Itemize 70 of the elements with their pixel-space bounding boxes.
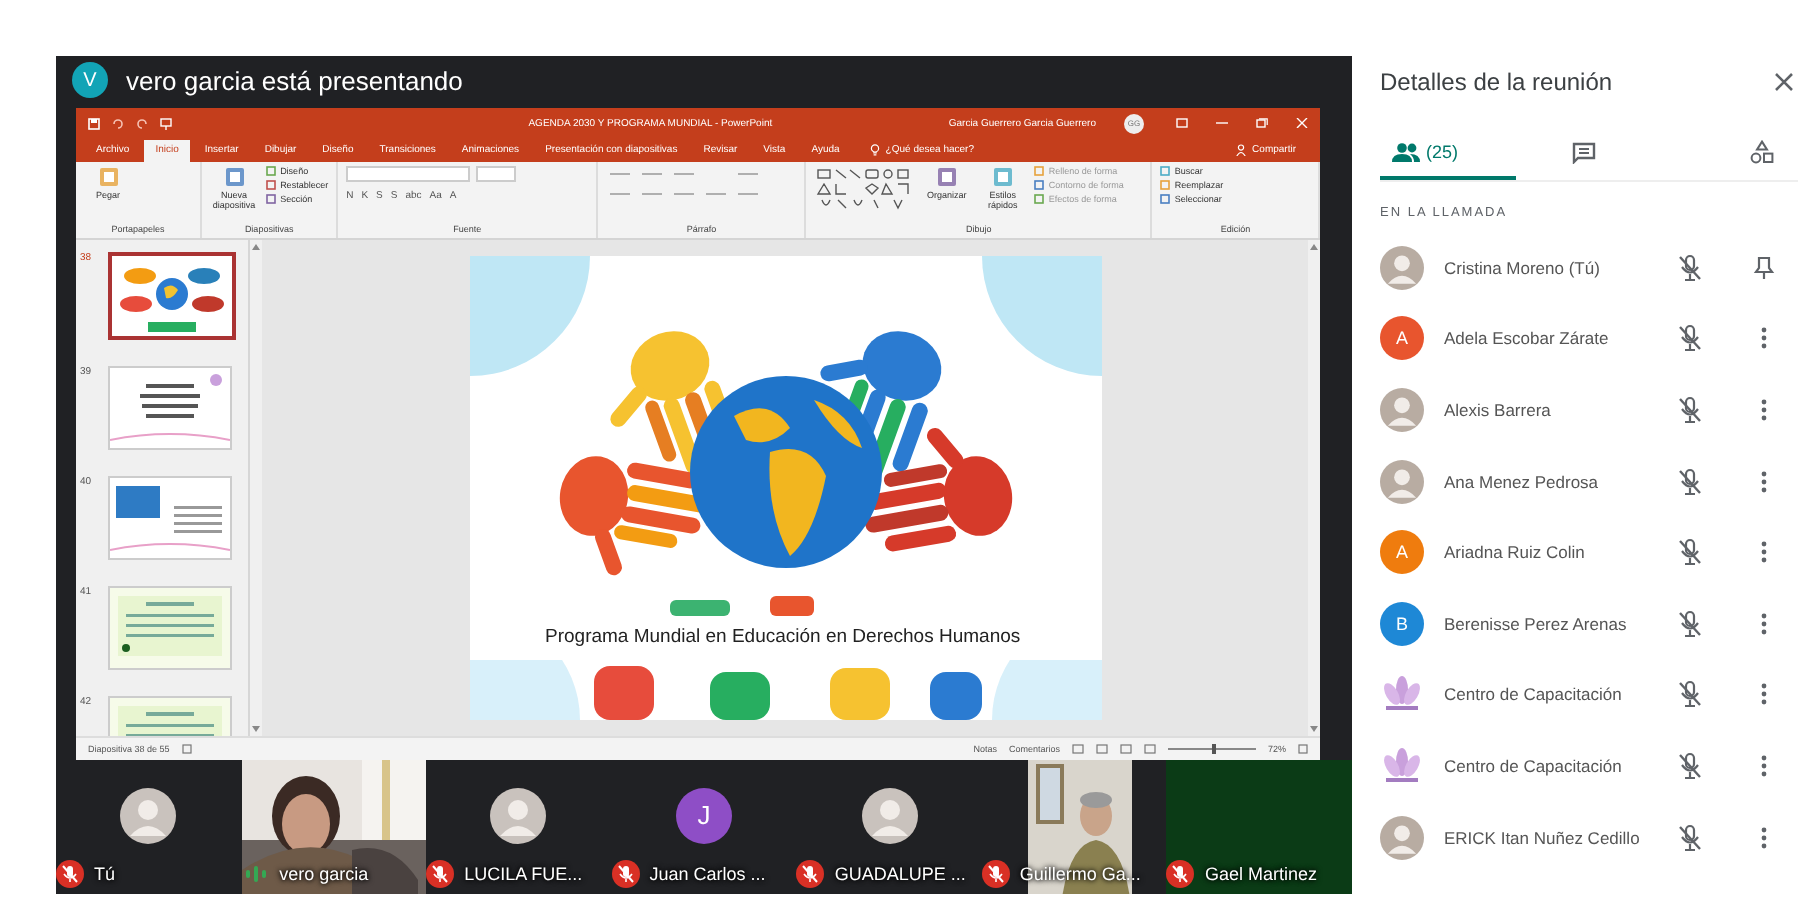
save-icon[interactable] — [88, 117, 100, 129]
participant-name: GUADALUPE ... — [834, 864, 966, 884]
participant-name: ERICK Itan Nuñez Cedillo — [1444, 827, 1642, 848]
avatar-letter: A — [1380, 316, 1424, 361]
avatar-icon — [490, 787, 547, 843]
lightbulb-icon — [869, 144, 880, 156]
slider-thumb[interactable] — [1211, 744, 1216, 754]
participant-name: Centro de Capacitación — [1444, 755, 1624, 776]
person-icon — [1236, 144, 1247, 156]
chat-icon — [1571, 141, 1595, 163]
avatar-icon — [1380, 459, 1424, 504]
participant-name: Cristina Moreno (Tú) — [1444, 257, 1602, 278]
close-icon[interactable] — [1774, 72, 1794, 92]
mic-off-icon[interactable] — [1676, 823, 1704, 852]
avatar-letter: A — [1380, 530, 1424, 575]
pin-icon[interactable] — [1752, 255, 1776, 280]
font-name-field[interactable] — [346, 166, 471, 182]
panel-tab[interactable]: (25) — [1380, 124, 1516, 180]
avatar-icon — [1380, 815, 1424, 860]
slideshow-icon[interactable] — [1143, 744, 1156, 754]
fit-slide-icon[interactable] — [1298, 744, 1308, 754]
undo-icon[interactable] — [112, 117, 124, 129]
avatar-letter: B — [1380, 601, 1424, 646]
shapes-icon — [1750, 140, 1775, 164]
scroll-up-icon[interactable] — [252, 244, 260, 250]
scroll-up-icon[interactable] — [1310, 244, 1318, 250]
mic-off-icon[interactable] — [1676, 324, 1704, 353]
participant-name: Ariadna Ruiz Colin — [1444, 542, 1587, 563]
presentation-icon[interactable] — [160, 117, 172, 129]
mic-off-icon[interactable] — [1676, 538, 1704, 567]
slide-title: Programa Mundial en Educación en Derechos Humanos — [545, 626, 1021, 648]
participant-name: Berenisse Perez Arenas — [1444, 613, 1629, 634]
panel-title: Detalles de la reunión — [1380, 68, 1613, 96]
restore-icon[interactable] — [1256, 118, 1268, 128]
participant-name: Alexis Barrera — [1444, 399, 1553, 420]
redo-icon[interactable] — [136, 117, 148, 129]
presenter-label: vero garcia está presentando — [126, 65, 463, 95]
mic-off-icon[interactable] — [1676, 467, 1704, 496]
participant-name: Adela Escobar Zárate — [1444, 328, 1611, 349]
minimize-icon[interactable] — [1216, 118, 1228, 128]
font-size-field[interactable] — [476, 166, 517, 182]
mic-off-icon[interactable] — [1676, 680, 1704, 709]
avatar-icon — [120, 787, 177, 843]
notes-check-icon[interactable] — [181, 744, 192, 754]
participant-name: LUCILA FUE... — [464, 864, 583, 884]
avatar-icon — [1380, 387, 1424, 432]
shapes-gallery-icon[interactable] — [814, 166, 915, 214]
mic-off-icon[interactable] — [1676, 609, 1704, 638]
avatar-icon — [1380, 245, 1424, 290]
mic-off-icon[interactable] — [1676, 751, 1704, 780]
avatar-icon — [861, 787, 918, 843]
sorter-view-icon[interactable] — [1095, 744, 1108, 754]
mic-off-icon[interactable] — [1676, 253, 1704, 282]
participant-name: Ana Menez Pedrosa — [1444, 471, 1601, 492]
reading-view-icon[interactable] — [1119, 744, 1132, 754]
normal-view-icon[interactable] — [1071, 744, 1084, 754]
slide-thumbnail[interactable] — [108, 252, 236, 340]
mic-off-icon[interactable] — [1676, 395, 1704, 424]
scroll-down-icon[interactable] — [1310, 726, 1318, 732]
participant-name: Gael Martinez — [1204, 864, 1317, 884]
presenter-avatar: V — [72, 62, 108, 98]
avatar-letter: J — [676, 787, 733, 843]
ribbon-display-icon[interactable] — [1176, 118, 1188, 128]
participant-name: Centro de Capacitación — [1444, 684, 1624, 705]
participant-name: Tú — [94, 864, 116, 884]
scroll-down-icon[interactable] — [252, 726, 260, 732]
lotus-icon — [1380, 743, 1424, 788]
participant-name: vero garcia — [279, 864, 369, 884]
people-icon — [1392, 142, 1420, 162]
participant-name: Juan Carlos ... — [649, 864, 766, 884]
